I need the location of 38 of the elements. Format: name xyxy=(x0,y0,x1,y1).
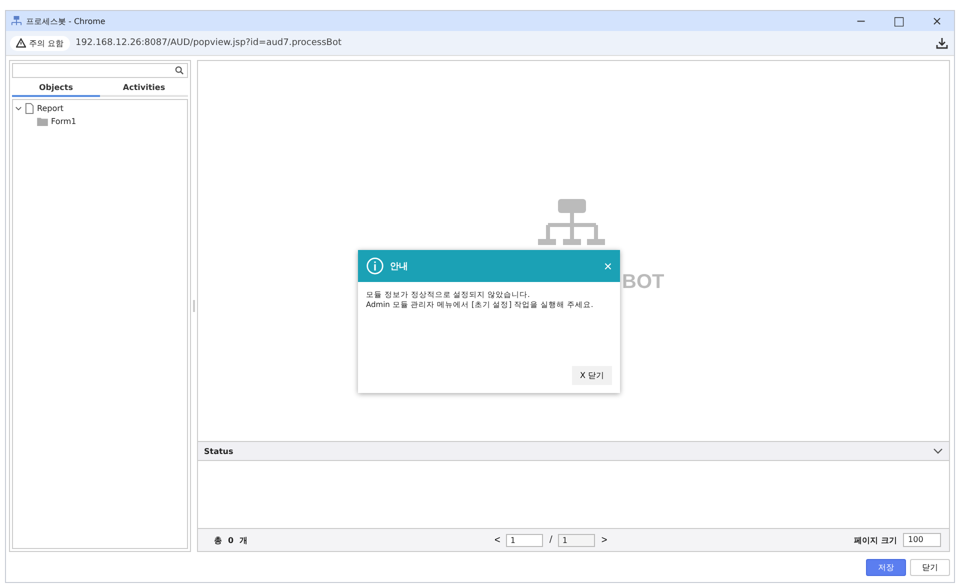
security-chip[interactable]: 주의 요함 xyxy=(10,36,70,50)
search-field[interactable] xyxy=(12,63,188,78)
total-unit: 개 xyxy=(240,534,248,546)
total-count: 0 xyxy=(228,536,234,544)
save-button[interactable]: 저장 xyxy=(866,558,906,576)
search-icon xyxy=(175,66,184,75)
window-control[interactable]: □ xyxy=(882,14,916,28)
page-separator: / xyxy=(549,535,552,545)
close-button[interactable]: 닫기 xyxy=(910,558,950,576)
total-label: 총 xyxy=(214,534,222,546)
folder-icon xyxy=(37,117,48,126)
warning-icon xyxy=(16,38,26,48)
sidebar-tab[interactable]: Objects xyxy=(12,80,100,97)
dialog-title: 안내 xyxy=(390,260,408,272)
splitter-handle[interactable] xyxy=(193,300,195,312)
previous-page-button[interactable]: < xyxy=(494,534,500,546)
url-text[interactable]: 192.168.12.26:8087/AUD/popview.jsp?id=aud7.processBot xyxy=(76,38,342,48)
info-icon xyxy=(366,257,384,275)
chevron-icon[interactable] xyxy=(933,448,943,454)
window-title: 프로세스봇 - Chrome xyxy=(26,16,106,26)
network-icon xyxy=(11,16,22,26)
page-size-label: 페이지 크기 xyxy=(854,534,898,546)
sidebar-tab[interactable]: Activities xyxy=(100,80,188,97)
window-control[interactable]: − xyxy=(844,14,878,28)
status-title: Status xyxy=(204,446,234,456)
document-icon xyxy=(25,103,34,114)
next-page-button[interactable]: > xyxy=(601,534,608,546)
window-control[interactable]: × xyxy=(920,14,954,28)
tree-item[interactable]: Report xyxy=(37,104,64,113)
page-size-field[interactable]: 100 xyxy=(903,533,942,547)
download-icon[interactable] xyxy=(936,37,948,49)
page-count-field: 1 xyxy=(558,534,596,546)
page-field[interactable]: 1 xyxy=(506,534,544,546)
status-header[interactable]: Status xyxy=(198,442,949,461)
tree-item[interactable]: Form1 xyxy=(51,117,76,126)
caret-icon[interactable] xyxy=(15,105,22,112)
logo-text: BOT xyxy=(622,271,664,294)
close-button[interactable]: X 닫기 xyxy=(572,366,612,385)
